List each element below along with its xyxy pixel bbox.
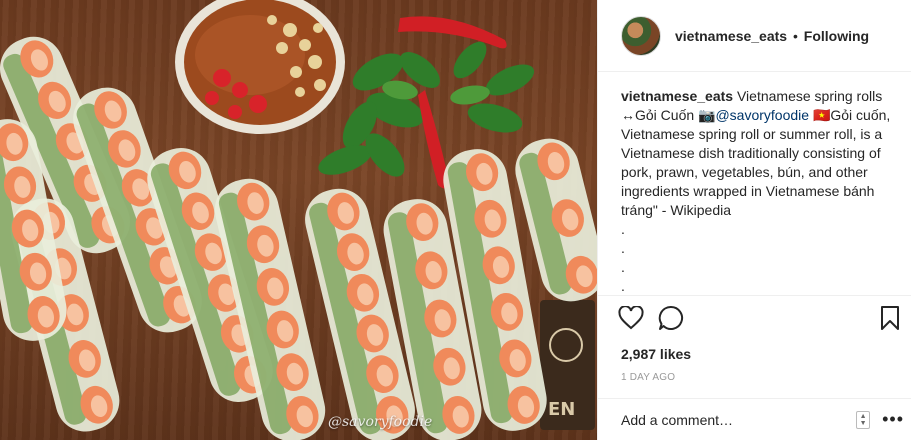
bookmark-icon <box>881 306 899 330</box>
caption-dot: . <box>621 221 625 237</box>
chevron-down-icon: ▼ <box>859 419 867 427</box>
chevron-up-icon: ▲ <box>859 412 867 420</box>
header-username[interactable]: vietnamese_eats <box>675 28 787 44</box>
spring-rolls-illustration: EN <box>0 0 597 440</box>
caption-username[interactable]: vietnamese_eats <box>621 88 733 104</box>
post-sidebar: vietnamese_eats • Following vietnamese_e… <box>597 0 911 440</box>
like-button[interactable] <box>618 302 658 334</box>
caption-dots: . . . . . <box>621 220 891 294</box>
scroll-stepper[interactable]: ▲ ▼ <box>856 410 871 429</box>
comment-input[interactable] <box>621 411 857 428</box>
caption-dot: . <box>621 278 625 294</box>
svg-text:EN: EN <box>548 399 575 420</box>
caption: vietnamese_eats Vietnamese spring rolls … <box>621 87 891 220</box>
post-photo[interactable]: EN @savoryfoodie <box>0 0 597 440</box>
save-button[interactable] <box>872 302 900 334</box>
comment-button[interactable] <box>658 302 698 334</box>
more-options-button[interactable]: ••• <box>882 409 904 430</box>
caption-area: vietnamese_eats Vietnamese spring rolls … <box>598 72 911 294</box>
photo-watermark: @savoryfoodie <box>328 414 433 430</box>
comment-icon <box>658 305 683 330</box>
comment-bar: ▲ ▼ ••• <box>598 398 911 440</box>
caption-dot: . <box>621 240 625 256</box>
caption-mention[interactable]: @savoryfoodie <box>715 107 809 123</box>
header-user-line: vietnamese_eats • Following <box>675 28 869 44</box>
post-header: vietnamese_eats • Following <box>598 0 911 72</box>
header-separator: • <box>792 27 798 44</box>
following-button[interactable]: Following <box>804 28 869 44</box>
caption-dot: . <box>621 259 625 275</box>
likes-count[interactable]: 2,987 likes <box>621 346 691 362</box>
caption-text-2: 🇻🇳Gỏi cuốn, Vietnamese spring roll or su… <box>621 107 891 218</box>
heart-icon <box>618 306 644 330</box>
action-bar <box>598 295 911 335</box>
avatar[interactable] <box>621 15 661 56</box>
post-timestamp[interactable]: 1 DAY AGO <box>621 372 675 383</box>
